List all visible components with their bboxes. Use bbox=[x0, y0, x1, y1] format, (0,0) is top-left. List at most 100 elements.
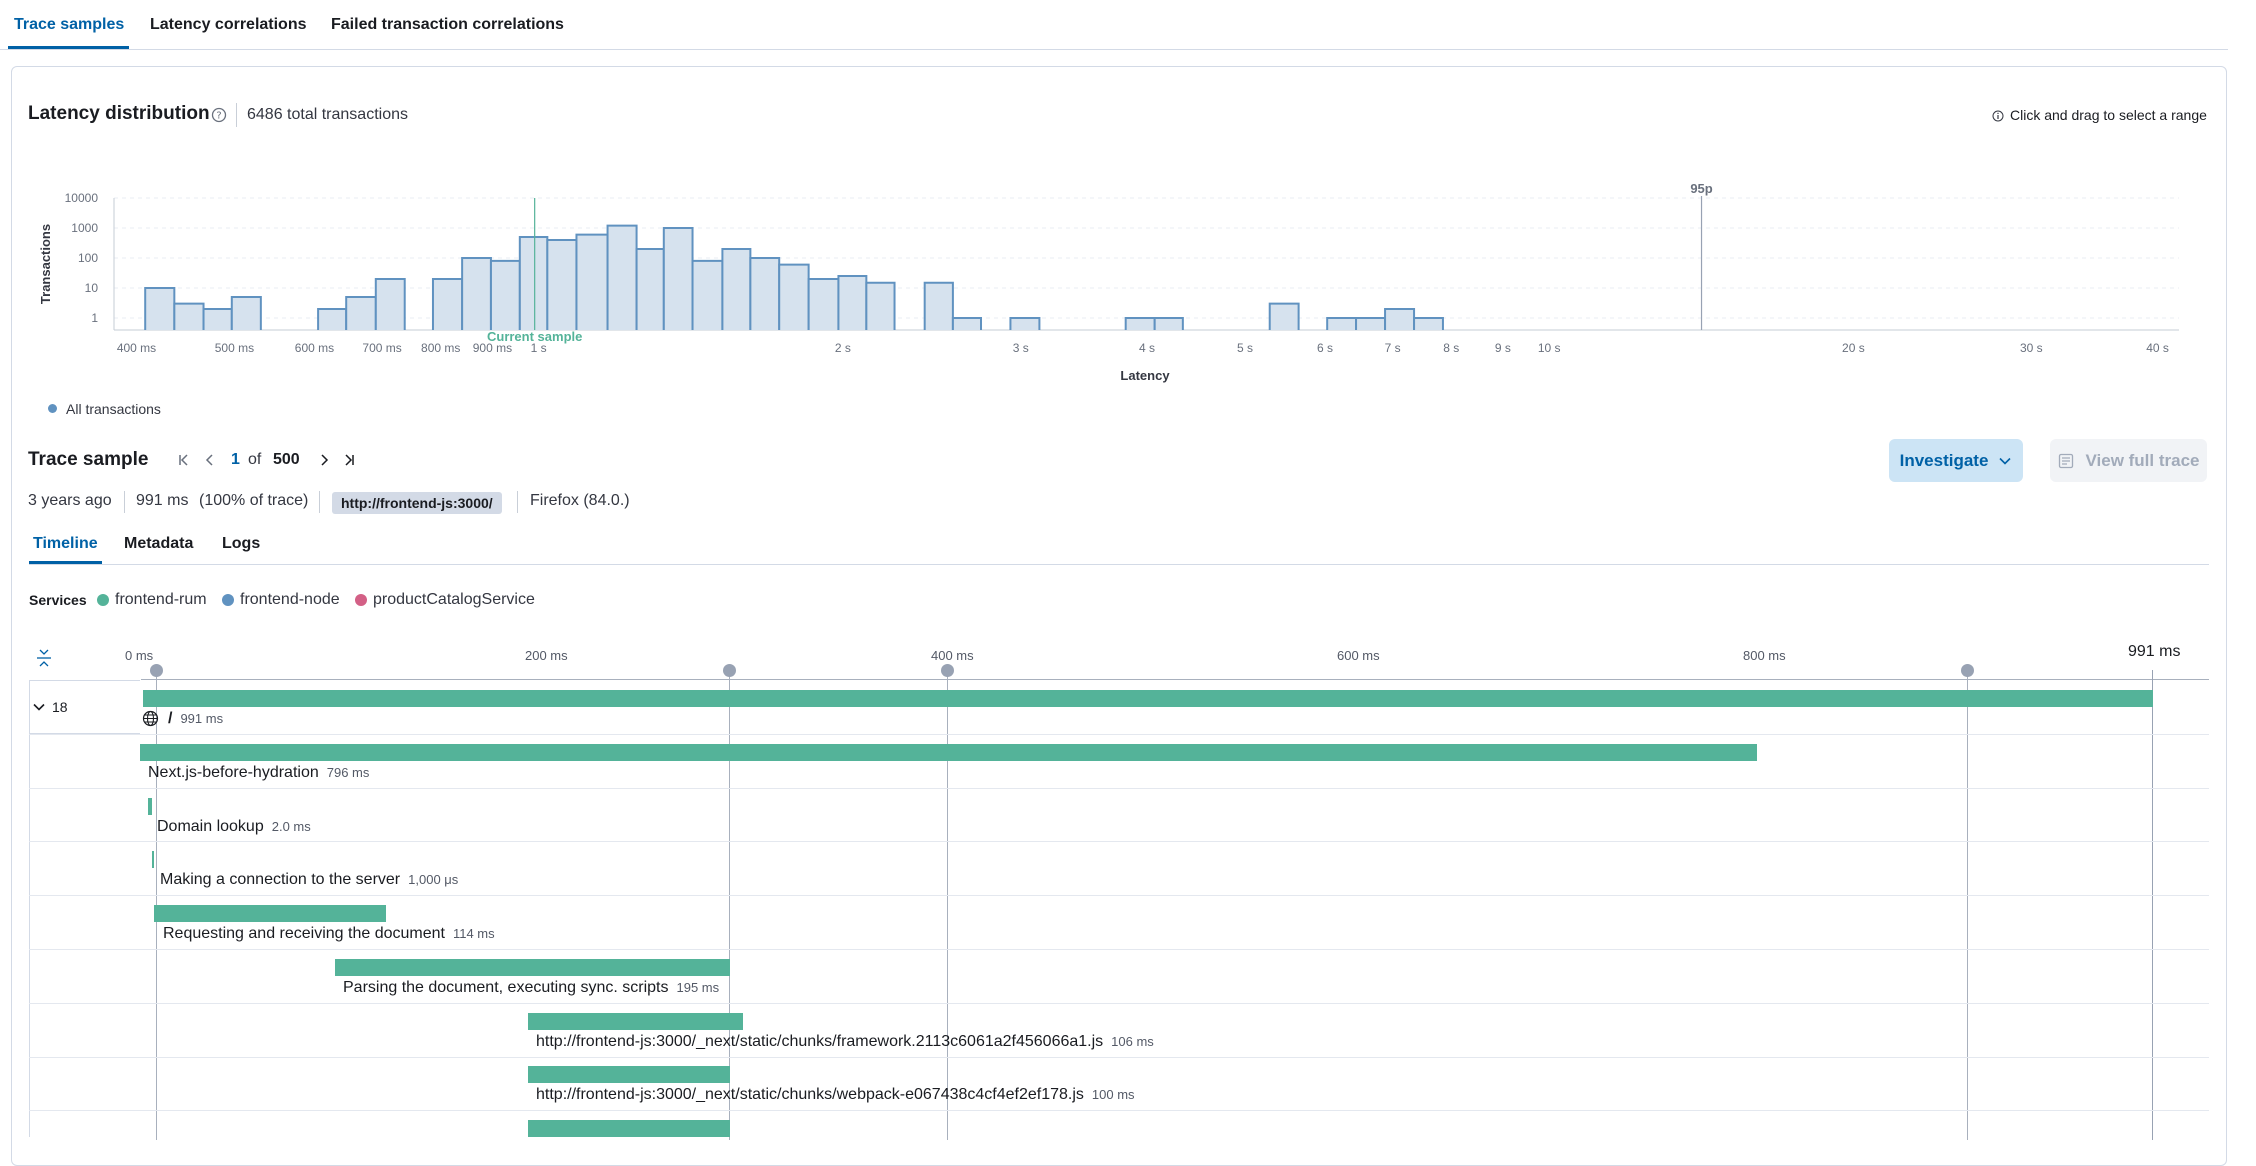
histogram-bar[interactable] bbox=[1124, 317, 1156, 330]
span-duration: 114 ms bbox=[452, 926, 495, 941]
span-name: / bbox=[168, 710, 173, 727]
timeline-marker-dot[interactable] bbox=[1961, 664, 1974, 677]
span-row-root[interactable]: / 991 ms bbox=[168, 710, 223, 728]
span-row[interactable]: http://frontend-js:3000/_next/static/chu… bbox=[536, 1086, 1135, 1104]
timeline-marker-dot[interactable] bbox=[941, 664, 954, 677]
timeline-tick: 600 ms bbox=[1337, 648, 1380, 663]
service-frontend-node[interactable]: frontend-node bbox=[222, 591, 340, 609]
span-row[interactable]: Parsing the document, executing sync. sc… bbox=[343, 979, 719, 997]
histogram-bar[interactable] bbox=[606, 224, 638, 330]
histogram-bar[interactable] bbox=[489, 259, 521, 330]
legend-all-transactions[interactable]: All transactions bbox=[66, 401, 161, 417]
span-name: http://frontend-js:3000/_next/static/chu… bbox=[536, 1086, 1084, 1103]
histogram-bar[interactable] bbox=[749, 257, 781, 330]
histogram-bar[interactable] bbox=[807, 277, 840, 330]
span-duration: 106 ms bbox=[1111, 1034, 1154, 1049]
timeline-marker-dot[interactable] bbox=[150, 664, 163, 677]
span-row[interactable]: Domain lookup 2.0 ms bbox=[157, 818, 311, 836]
next-page-icon[interactable] bbox=[316, 452, 332, 468]
tab-failed-transaction-correlations[interactable]: Failed transaction correlations bbox=[331, 16, 564, 34]
trace-sample-title: Trace sample bbox=[28, 449, 149, 470]
span-bar[interactable] bbox=[154, 905, 386, 922]
svg-text:?: ? bbox=[216, 111, 221, 122]
url-badge[interactable]: http://frontend-js:3000/ bbox=[332, 492, 502, 514]
span-row[interactable]: http://frontend-js:3000/_next/static/chu… bbox=[536, 1033, 1154, 1051]
previous-page-icon[interactable] bbox=[202, 452, 218, 468]
service-frontend-rum[interactable]: frontend-rum bbox=[97, 591, 207, 609]
span-duration: 195 ms bbox=[676, 980, 720, 995]
row-divider bbox=[29, 788, 2209, 789]
histogram-bar[interactable] bbox=[662, 227, 694, 330]
histogram-bar[interactable] bbox=[1153, 317, 1184, 330]
histogram-bar[interactable] bbox=[778, 263, 810, 330]
span-row[interactable]: Requesting and receiving the document 114… bbox=[163, 925, 495, 943]
span-bar[interactable] bbox=[152, 851, 154, 868]
top-tabs: Trace samples Latency correlations Faile… bbox=[0, 0, 2228, 50]
timeline-axis-line bbox=[141, 679, 2209, 680]
service-product-catalog[interactable]: productCatalogService bbox=[355, 591, 535, 609]
histogram-bar[interactable] bbox=[374, 277, 406, 330]
histogram-bar[interactable] bbox=[635, 247, 665, 330]
histogram-bar[interactable] bbox=[345, 296, 377, 330]
collapse-all-icon[interactable] bbox=[34, 648, 54, 668]
histogram-bar[interactable] bbox=[1384, 307, 1416, 330]
latency-histogram[interactable]: 1 10 100 1000 10000 400 ms 500 ms 600 ms 700 ms… bbox=[28, 180, 2208, 390]
histogram-bar[interactable] bbox=[144, 287, 176, 330]
histogram-bar[interactable] bbox=[431, 277, 464, 330]
total-pages[interactable]: 500 bbox=[273, 451, 300, 469]
investigate-button[interactable]: Investigate bbox=[1889, 439, 2023, 482]
span-duration: 100 ms bbox=[1091, 1087, 1135, 1102]
separator bbox=[236, 103, 237, 127]
first-page-icon[interactable] bbox=[176, 452, 192, 468]
histogram-bar[interactable] bbox=[837, 275, 868, 330]
histogram-bar[interactable] bbox=[1326, 317, 1358, 330]
histogram-bar[interactable] bbox=[1413, 317, 1444, 330]
histogram-bar[interactable] bbox=[230, 296, 262, 330]
histogram-bar[interactable] bbox=[1268, 302, 1300, 330]
histogram-bar[interactable] bbox=[202, 307, 233, 330]
histogram-bar[interactable] bbox=[575, 233, 609, 330]
histogram-bar[interactable] bbox=[923, 281, 954, 330]
span-bar[interactable] bbox=[143, 690, 2153, 707]
span-bar[interactable] bbox=[528, 1120, 730, 1137]
span-bar[interactable] bbox=[528, 1013, 743, 1030]
view-full-trace-button[interactable]: View full trace bbox=[2050, 439, 2207, 482]
last-page-icon[interactable] bbox=[341, 452, 357, 468]
histogram-bar[interactable] bbox=[173, 302, 205, 330]
chevron-down-icon[interactable] bbox=[31, 699, 47, 715]
histogram-bar[interactable] bbox=[1009, 317, 1041, 330]
y-axis-label: Transactions bbox=[38, 224, 53, 304]
services-label: Services bbox=[29, 592, 87, 608]
histogram-bar[interactable] bbox=[1355, 317, 1387, 330]
tab-timeline[interactable]: Timeline bbox=[33, 535, 98, 553]
histogram-bar[interactable] bbox=[461, 257, 492, 330]
service-color-dot bbox=[97, 593, 109, 606]
span-bar[interactable] bbox=[528, 1066, 730, 1083]
histogram-bar[interactable] bbox=[691, 259, 724, 330]
span-bar[interactable] bbox=[335, 959, 730, 976]
tab-latency-correlations[interactable]: Latency correlations bbox=[150, 16, 307, 34]
span-bar[interactable] bbox=[148, 798, 152, 815]
separator bbox=[517, 491, 518, 513]
histogram-bar[interactable] bbox=[546, 238, 578, 330]
current-page[interactable]: 1 bbox=[231, 451, 240, 469]
tab-logs[interactable]: Logs bbox=[222, 535, 260, 553]
span-row[interactable]: Next.js-before-hydration 796 ms bbox=[148, 764, 369, 782]
select-range-hint: Click and drag to select a range bbox=[2010, 107, 2207, 123]
sub-tabs-divider bbox=[29, 564, 2209, 565]
histogram-bar[interactable] bbox=[317, 307, 348, 330]
span-bar[interactable] bbox=[140, 744, 1757, 761]
x-tick-label: 2 s bbox=[835, 341, 851, 355]
sample-duration: 991 ms bbox=[136, 492, 189, 509]
help-icon[interactable]: ? bbox=[211, 107, 227, 123]
tab-trace-samples[interactable]: Trace samples bbox=[14, 16, 124, 34]
timeline-marker-dot[interactable] bbox=[723, 664, 736, 677]
histogram-bar[interactable] bbox=[518, 236, 549, 330]
tab-metadata[interactable]: Metadata bbox=[124, 535, 193, 553]
histogram-bar[interactable] bbox=[721, 247, 752, 330]
span-row[interactable]: Making a connection to the server 1,000 μ… bbox=[160, 871, 458, 889]
span-duration: 1,000 μs bbox=[408, 872, 459, 887]
histogram-bar[interactable] bbox=[951, 317, 983, 330]
info-icon bbox=[1992, 109, 2004, 122]
histogram-bar[interactable] bbox=[865, 281, 896, 330]
